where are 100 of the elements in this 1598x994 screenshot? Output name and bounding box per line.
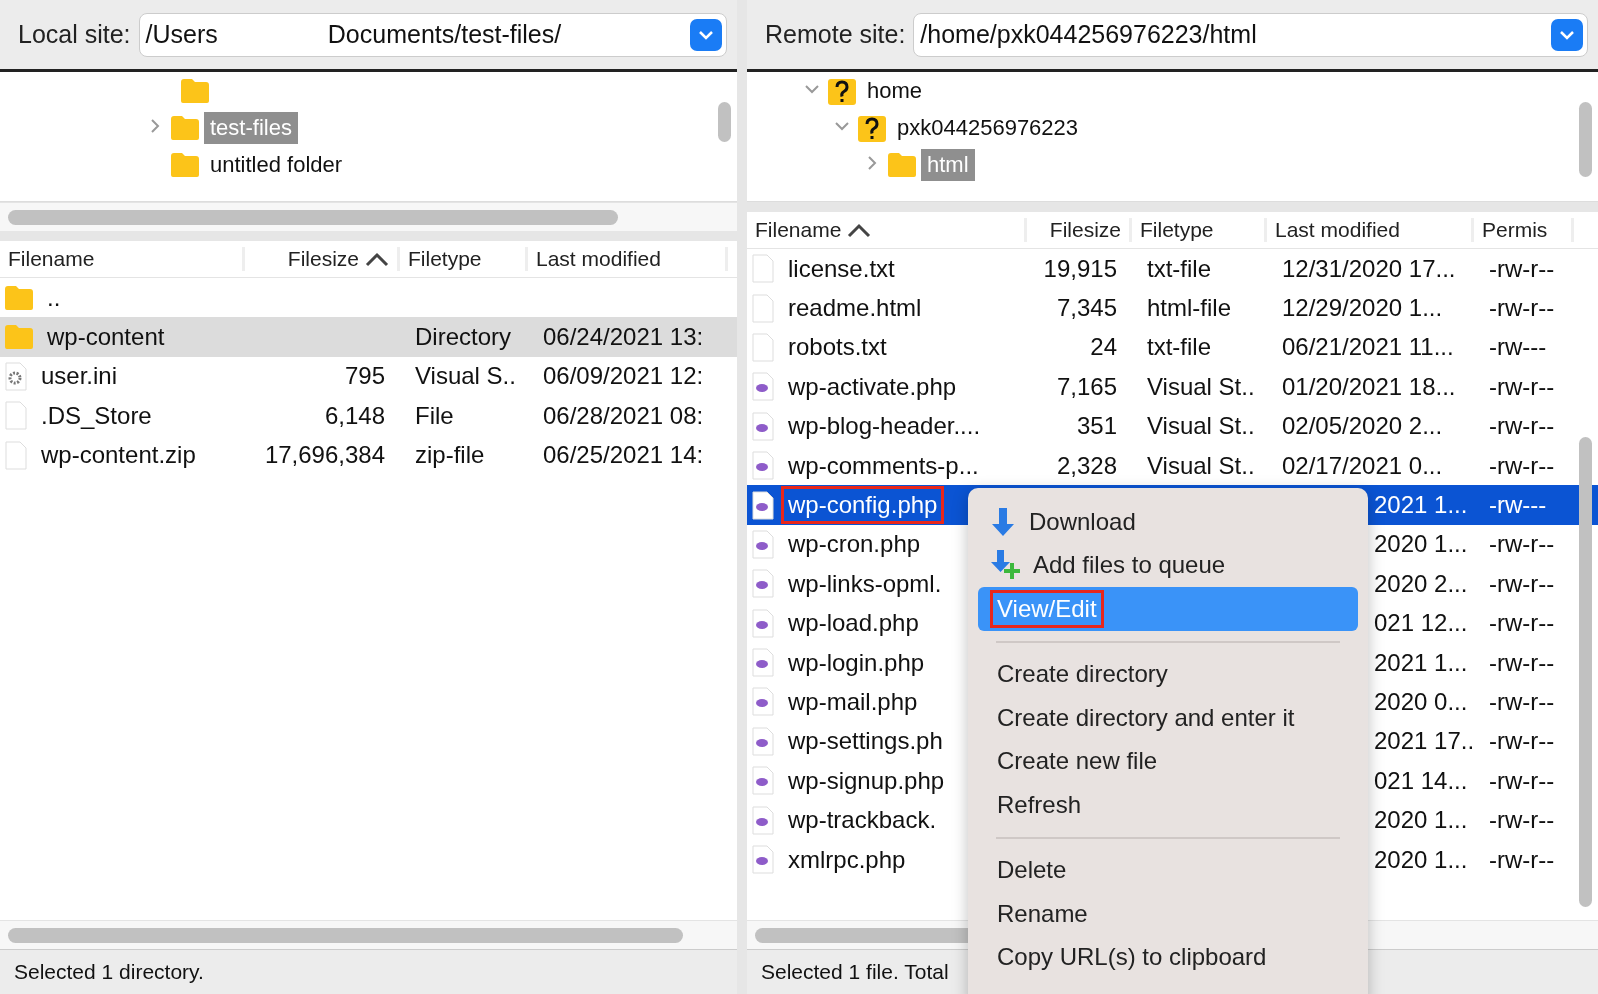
file-type: File (414, 400, 455, 431)
modified-date: 06/21/2021 11... (1281, 332, 1455, 363)
modified-date: 021 14... (1373, 765, 1469, 796)
scrollbar-thumb[interactable] (8, 209, 618, 225)
menu-item[interactable]: Copy URL(s) to clipboard (978, 935, 1358, 979)
file-icon (751, 332, 775, 362)
permissions: -rw-r-- (1488, 805, 1556, 836)
permissions: -rw--- (1488, 332, 1548, 363)
file-name[interactable]: wp-login.php (781, 643, 932, 682)
column-header[interactable]: Last modified (1267, 218, 1474, 242)
file-size: 19,915 (1042, 253, 1118, 284)
chevron-down-icon (698, 28, 714, 41)
permissions: -rw-r-- (1488, 844, 1556, 875)
menu-item[interactable]: Rename (978, 892, 1358, 936)
file-size: 6,148 (323, 400, 386, 431)
php-file-icon (751, 805, 775, 835)
permissions: -rw-r-- (1488, 647, 1556, 678)
file-name[interactable]: wp-trackback. (781, 801, 944, 840)
site-label: Remote site: (765, 20, 906, 49)
php-file-icon (751, 766, 775, 796)
modified-date: 2020 2... (1373, 568, 1469, 599)
permissions: -rw-r-- (1488, 765, 1556, 796)
permissions: -rw-r-- (1488, 411, 1556, 442)
menu-item[interactable]: Add files to queue (978, 543, 1358, 587)
menu-item[interactable]: Delete (978, 848, 1358, 892)
modified-date: 2020 0... (1373, 687, 1469, 717)
column-header[interactable]: Filename (0, 247, 245, 271)
path-dropdown-button[interactable] (690, 18, 722, 51)
path-field[interactable]: /Users Documents/test-files/ (138, 12, 727, 57)
file-name[interactable]: readme.html (781, 289, 929, 328)
modified-date: 06/24/2021 13: (542, 322, 705, 353)
file-size: 7,165 (1055, 371, 1118, 402)
status-text: Selected 1 file. Total (761, 960, 949, 984)
file-name[interactable]: .DS_Store (34, 396, 159, 435)
modified-date: 2020 1... (1373, 805, 1469, 836)
tree-item[interactable]: home (861, 74, 929, 107)
folder-icon (4, 284, 34, 311)
scrollbar-thumb[interactable] (8, 927, 683, 943)
modified-date: 02/17/2021 0... (1281, 450, 1444, 481)
permissions: -rw-r-- (1488, 253, 1556, 284)
file-name[interactable]: wp-content.zip (34, 436, 203, 475)
column-header[interactable]: Filename (747, 218, 1027, 242)
file-name[interactable]: .. (40, 278, 68, 317)
file-name[interactable]: xmlrpc.php (781, 840, 913, 879)
menu-item[interactable]: Create new file (978, 739, 1358, 783)
file-name[interactable]: wp-blog-header.... (781, 407, 988, 446)
file-name[interactable]: wp-mail.php (781, 683, 925, 721)
scrollbar-thumb[interactable] (1579, 437, 1592, 907)
file-name[interactable]: wp-activate.php (781, 367, 964, 406)
file-name[interactable]: wp-config.php (781, 486, 945, 525)
php-file-icon (751, 372, 775, 402)
tree-item[interactable]: pxk044256976223 (891, 111, 1085, 144)
file-size: 351 (1075, 411, 1118, 442)
file-name[interactable]: wp-load.php (781, 604, 926, 643)
modified-date: 12/29/2020 1... (1281, 293, 1444, 324)
scrollbar-thumb[interactable] (1579, 102, 1592, 177)
file-size: 795 (343, 361, 386, 392)
file-type: txt-file (1146, 332, 1212, 363)
file-name[interactable]: wp-comments-p... (781, 446, 986, 485)
scrollbar-thumb[interactable] (718, 102, 731, 142)
modified-date: 12/31/2020 17... (1281, 253, 1457, 284)
menu-item[interactable]: Download (978, 500, 1358, 544)
folder-icon (4, 324, 34, 351)
column-header[interactable]: Filesize (1027, 218, 1132, 242)
column-header[interactable]: Filetype (1132, 218, 1267, 242)
php-file-icon (751, 687, 775, 717)
tree-item[interactable]: untitled folder (204, 148, 349, 181)
php-file-icon (751, 490, 775, 520)
file-name[interactable]: robots.txt (781, 328, 894, 367)
modified-date: 2020 1... (1373, 529, 1469, 560)
menu-item[interactable]: Create directory and enter it (978, 696, 1358, 740)
folder-icon (170, 114, 200, 141)
menu-item[interactable]: Refresh (978, 783, 1358, 827)
sort-caret-icon[interactable] (365, 251, 389, 267)
permissions: -rw-r-- (1488, 450, 1556, 481)
php-file-icon (751, 608, 775, 638)
file-name[interactable]: wp-signup.php (781, 761, 952, 800)
path-field[interactable]: /home/pxk044256976223/html (913, 12, 1588, 57)
sort-caret-icon[interactable] (847, 222, 872, 238)
column-header[interactable]: Filetype (400, 247, 528, 271)
permissions: -rw-r-- (1488, 608, 1556, 639)
modified-date: 2021 1... (1373, 490, 1469, 521)
php-file-icon (751, 451, 775, 481)
status-text: Selected 1 directory. (14, 960, 204, 984)
file-name[interactable]: license.txt (781, 249, 902, 288)
php-file-icon (751, 569, 775, 599)
column-header[interactable]: Last modified (528, 247, 728, 271)
file-name[interactable]: wp-settings.ph (781, 722, 950, 761)
column-header[interactable]: Permis (1474, 218, 1574, 242)
path-dropdown-button[interactable] (1551, 18, 1583, 51)
file-name[interactable]: wp-links-opml. (781, 564, 949, 603)
column-header[interactable]: Filesize (245, 247, 400, 271)
permissions: -rw-r-- (1488, 371, 1556, 402)
menu-item[interactable]: Create directory (978, 652, 1358, 696)
file-name[interactable]: user.ini (34, 357, 125, 396)
gear-file-icon (4, 361, 28, 391)
modified-date: 02/05/2020 2... (1281, 411, 1444, 442)
file-name[interactable]: wp-cron.php (781, 525, 928, 564)
modified-date: 2021 17... (1373, 726, 1474, 757)
file-name[interactable]: wp-content (40, 318, 172, 357)
